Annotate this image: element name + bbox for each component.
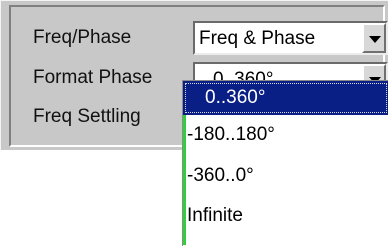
freq-settling-label: Freq Settling [33, 106, 141, 127]
dropdown-option-0-360[interactable]: 0..360° [183, 81, 388, 115]
format-phase-label: Format Phase [33, 67, 153, 88]
settings-window: Freq/Phase Freq & Phase Format Phase 0..… [0, 0, 388, 246]
dropdown-option-neg360-0[interactable]: -360..0° [183, 159, 388, 193]
dropdown-option-neg180-180[interactable]: -180..180° [183, 118, 388, 152]
freq-phase-combo[interactable]: Freq & Phase [193, 21, 388, 55]
format-phase-dropdown-list: 0..360° -180..180° -360..0° Infinite [182, 80, 388, 246]
freq-phase-dropdown-button[interactable] [362, 23, 386, 53]
freq-phase-label: Freq/Phase [33, 27, 132, 48]
freq-phase-value: Freq & Phase [199, 28, 316, 49]
chevron-down-icon [369, 36, 381, 43]
dropdown-option-infinite[interactable]: Infinite [183, 199, 388, 233]
